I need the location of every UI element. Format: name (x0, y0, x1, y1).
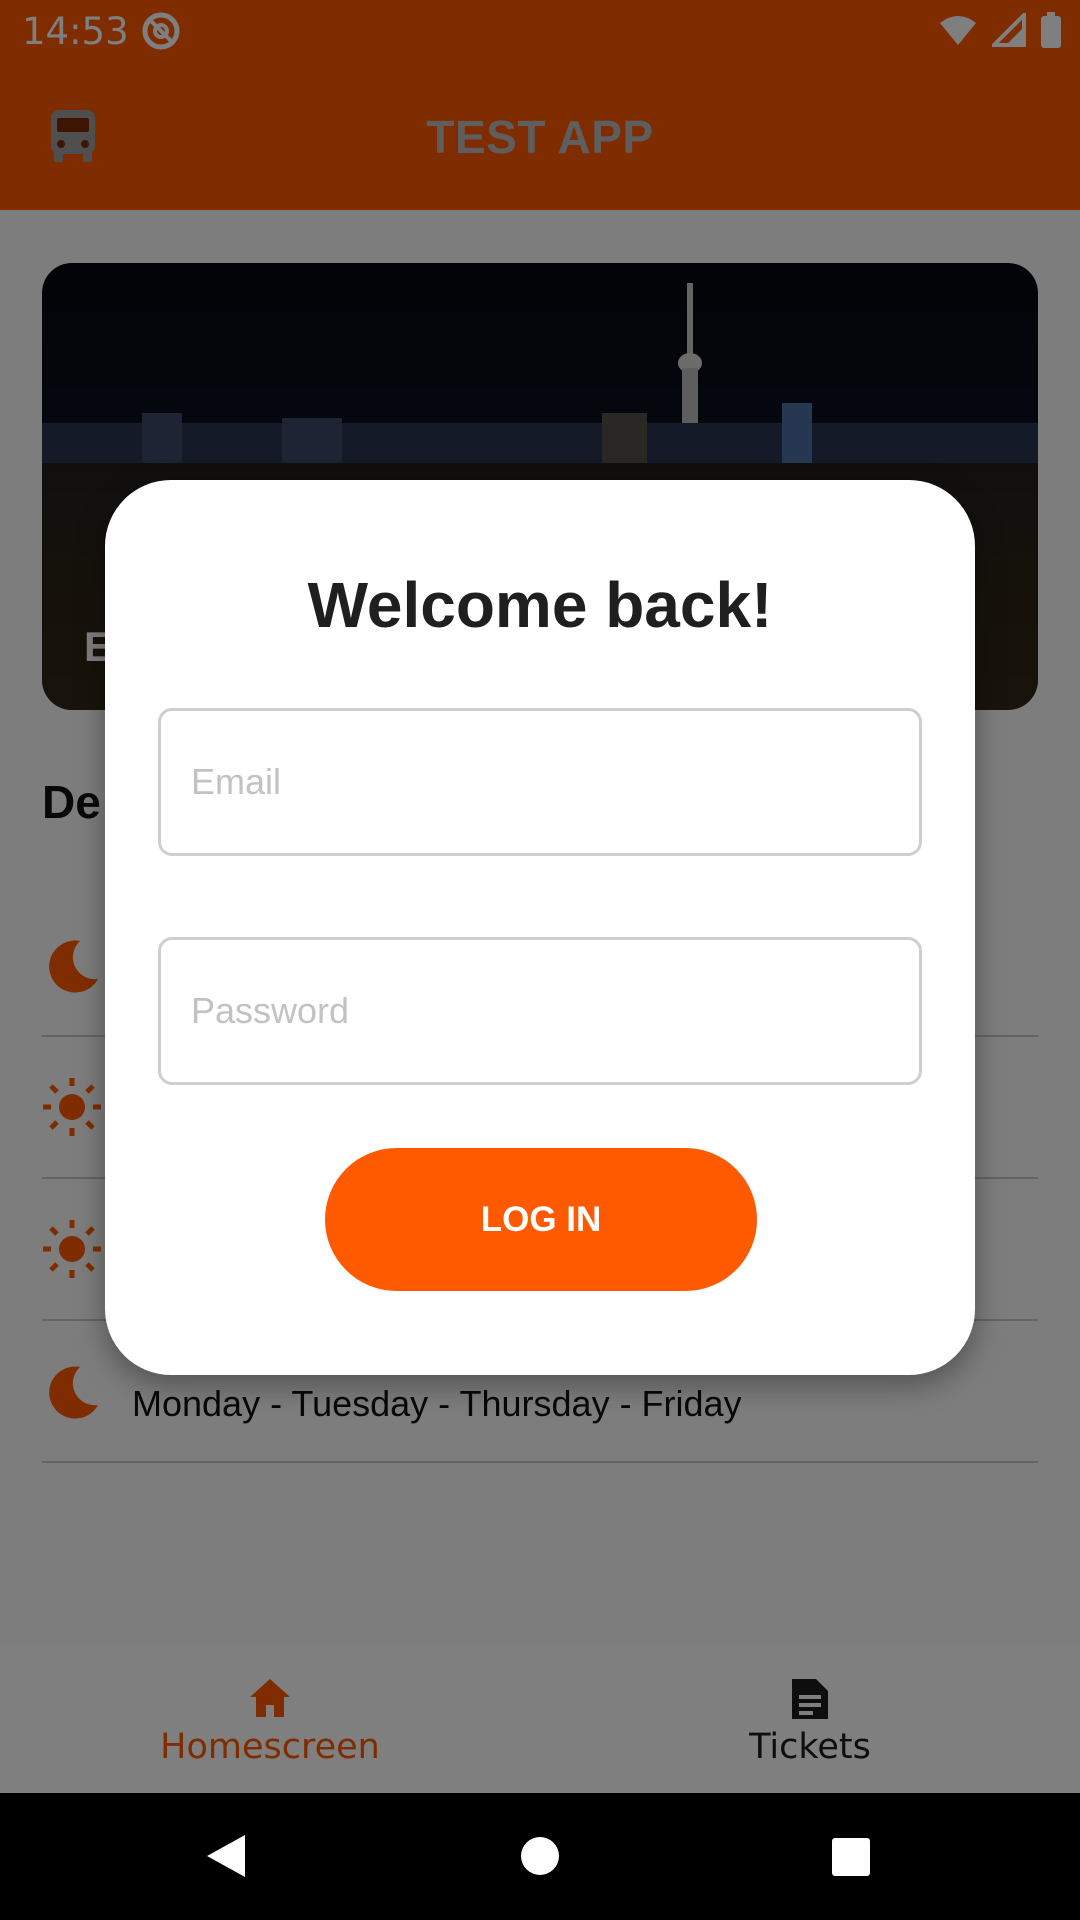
password-field[interactable] (158, 937, 922, 1085)
recents-icon[interactable] (831, 1837, 871, 1882)
login-button[interactable]: LOG IN (325, 1148, 757, 1291)
email-field[interactable] (158, 708, 922, 856)
home-circle-icon[interactable] (520, 1836, 560, 1881)
login-dialog: Welcome back! LOG IN (105, 480, 975, 1375)
dialog-title: Welcome back! (307, 569, 773, 641)
back-icon[interactable] (205, 1833, 247, 1884)
system-navigation-bar (0, 1793, 1080, 1920)
